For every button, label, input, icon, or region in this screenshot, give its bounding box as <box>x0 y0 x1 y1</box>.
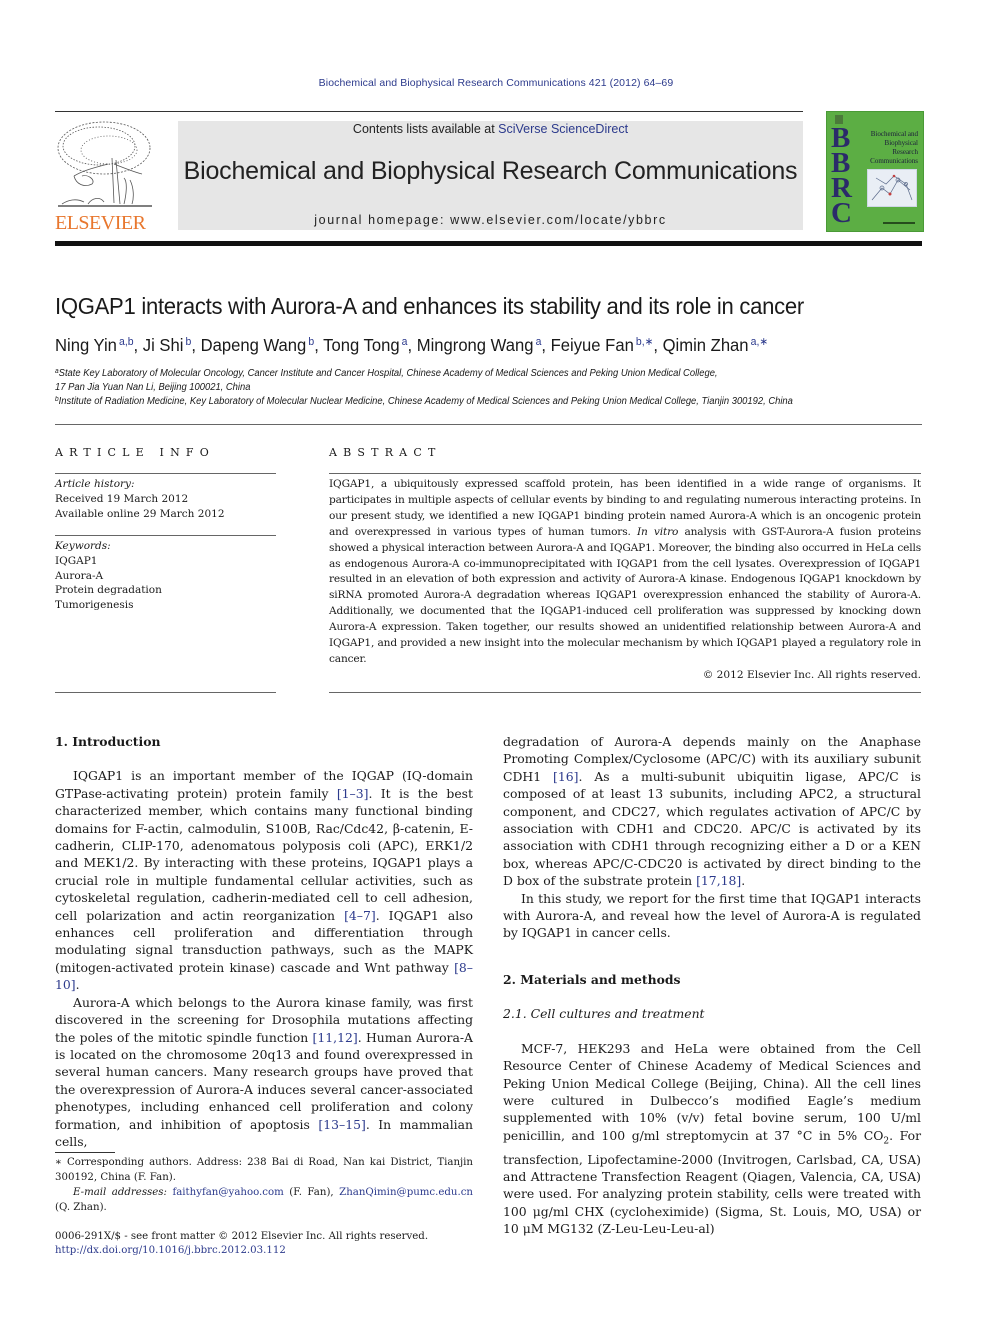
citation-link[interactable]: [4–7] <box>344 908 376 923</box>
methods-paragraph-1: MCF-7, HEK293 and HeLa were obtained fro… <box>503 1040 921 1238</box>
author-separator: , <box>541 335 551 355</box>
author-name: Tong Tong <box>323 335 400 355</box>
abstract-copyright: © 2012 Elsevier Inc. All rights reserved… <box>702 669 921 681</box>
author-name: Feiyue Fan <box>550 335 634 355</box>
contents-prefix: Contents lists available at <box>352 122 499 136</box>
author-name: Dapeng Wang <box>200 335 307 355</box>
intro-paragraph-4: In this study, we report for the first t… <box>503 890 921 941</box>
citation-link[interactable]: [17,18] <box>696 873 741 888</box>
citation-link[interactable]: [11,12] <box>313 1030 358 1045</box>
article-title: IQGAP1 interacts with Aurora-A and enhan… <box>55 293 804 319</box>
divider <box>329 473 921 474</box>
author-affiliation-link[interactable]: a,∗ <box>749 336 768 348</box>
author-separator: , <box>191 335 201 355</box>
email-link-zhan[interactable]: ZhanQimin@pumc.edu.cn <box>339 1187 473 1198</box>
abstract-italic: In vitro <box>636 525 679 538</box>
citation-link[interactable]: [16] <box>553 769 578 784</box>
keyword: Protein degradation <box>55 584 162 597</box>
methods-text: . For transfection, Lipofectamine-2000 (… <box>503 1127 921 1237</box>
methods-text: MCF-7, HEK293 and HeLa were obtained fro… <box>503 1040 921 1143</box>
paragraph-text: . <box>75 977 80 993</box>
keywords: Keywords: IQGAP1 Aurora-A Protein degrad… <box>55 539 162 613</box>
author-affiliation-link[interactable]: a <box>400 336 408 348</box>
email-label: E-mail addresses: <box>73 1187 167 1198</box>
contents-line: Contents lists available at SciVerse Sci… <box>178 122 803 136</box>
doi-link[interactable]: http://dx.doi.org/10.1016/j.bbrc.2012.03… <box>55 1244 286 1259</box>
journal-homepage[interactable]: journal homepage: www.elsevier.com/locat… <box>178 213 803 227</box>
abstract-heading: ABSTRACT <box>329 446 442 459</box>
author-name: Ji Shi <box>142 335 184 355</box>
email-owner: (Q. Zhan). <box>55 1201 107 1213</box>
divider <box>329 692 921 693</box>
email-owner: (F. Fan), <box>283 1187 340 1198</box>
paragraph-text: . It is the best characterized member, w… <box>55 785 473 923</box>
abstract-text: IQGAP1, a ubiquitously expressed scaffol… <box>329 477 921 668</box>
running-head[interactable]: Biochemical and Biophysical Research Com… <box>0 77 992 89</box>
subsection-heading-cell-cultures: 2.1. Cell cultures and treatment <box>503 1006 705 1022</box>
intro-paragraph-3: degradation of Aurora-A depends mainly o… <box>503 733 921 890</box>
email-link-fan[interactable]: faithyfan@yahoo.com <box>172 1187 283 1198</box>
affiliation-a-line1: State Key Laboratory of Molecular Oncolo… <box>58 368 718 379</box>
journal-name: Biochemical and Biophysical Research Com… <box>183 157 798 185</box>
left-column: 1. Introduction IQGAP1 is an important m… <box>55 733 473 1150</box>
author-separator: , <box>653 335 663 355</box>
author-name: Qimin Zhan <box>662 335 749 355</box>
elsevier-wordmark: ELSEVIER <box>55 212 146 234</box>
citation-link[interactable]: [13–15] <box>318 1117 365 1132</box>
paragraph-text: . As a multi-subunit ubiquitin ligase, A… <box>503 768 921 889</box>
cover-bar <box>883 222 915 224</box>
divider <box>55 692 276 693</box>
top-rule <box>55 111 803 112</box>
affiliation-b: bInstitute of Radiation Medicine, Key La… <box>55 396 793 407</box>
author-affiliation-link[interactable]: b <box>306 336 314 348</box>
keywords-label: Keywords: <box>55 540 111 552</box>
available-date: Available online 29 March 2012 <box>55 507 225 520</box>
affiliation-b-line1: Institute of Radiation Medicine, Key Lab… <box>58 396 793 407</box>
affiliation-a: aState Key Laboratory of Molecular Oncol… <box>55 368 718 379</box>
masthead-thick-rule <box>55 241 922 246</box>
keyword: Aurora-A <box>55 569 104 582</box>
author-affiliation-link[interactable]: a <box>533 336 542 348</box>
received-date: Received 19 March 2012 <box>55 492 189 505</box>
author-affiliation-link[interactable]: a,b <box>117 336 134 348</box>
abstract-text-part: analysis with GST-Aurora-A fusion protei… <box>329 525 921 665</box>
author-affiliation-link[interactable]: b <box>183 336 192 348</box>
author-name: Mingrong Wang <box>416 335 534 355</box>
keyword: IQGAP1 <box>55 554 98 567</box>
article-info-heading: ARTICLE INFO <box>55 446 215 459</box>
section-heading-introduction: 1. Introduction <box>55 734 161 749</box>
cover-image <box>867 169 917 207</box>
author-name: Ning Yin <box>55 335 117 355</box>
divider <box>55 473 276 474</box>
front-matter: 0006-291X/$ - see front matter © 2012 El… <box>55 1231 429 1242</box>
cover-bbrc-letters: BBRC <box>831 122 852 229</box>
section-heading-methods: 2. Materials and methods <box>503 971 681 987</box>
divider <box>55 424 922 425</box>
intro-paragraph-1: IQGAP1 is an important member of the IQG… <box>55 767 473 993</box>
author-list: Ning Yin a,b, Ji Shi b, Dapeng Wang b, T… <box>55 335 768 356</box>
intro-paragraph-2: Aurora-A which belongs to the Aurora kin… <box>55 994 473 1151</box>
tree-icon <box>57 121 152 207</box>
right-column: degradation of Aurora-A depends mainly o… <box>503 733 921 1238</box>
cover-title: Biochemical and Biophysical Research Com… <box>870 130 918 165</box>
divider <box>55 535 276 536</box>
footnote-rule <box>55 1152 115 1153</box>
article-history: Article history: Received 19 March 2012 … <box>55 477 225 521</box>
author-affiliation-link[interactable]: b,∗ <box>634 336 653 348</box>
email-footnote: E-mail addresses: faithyfan@yahoo.com (F… <box>55 1186 473 1215</box>
history-label: Article history: <box>55 478 135 490</box>
author-separator: , <box>407 335 417 355</box>
affiliation-a-line2: 17 Pan Jia Yuan Nan Li, Beijing 100021, … <box>55 382 251 393</box>
citation-link[interactable]: [1–3] <box>337 786 369 801</box>
author-separator: , <box>314 335 324 355</box>
doi-link-text[interactable]: http://dx.doi.org/10.1016/j.bbrc.2012.03… <box>55 1245 286 1256</box>
paragraph-text: . <box>741 873 746 889</box>
sciencedirect-link[interactable]: SciVerse ScienceDirect <box>498 122 628 136</box>
keyword: Tumorigenesis <box>55 599 134 612</box>
corresponding-author-footnote: ∗ Corresponding authors. Address: 238 Ba… <box>55 1157 473 1183</box>
journal-cover[interactable]: BBRC Biochemical and Biophysical Researc… <box>826 111 924 232</box>
